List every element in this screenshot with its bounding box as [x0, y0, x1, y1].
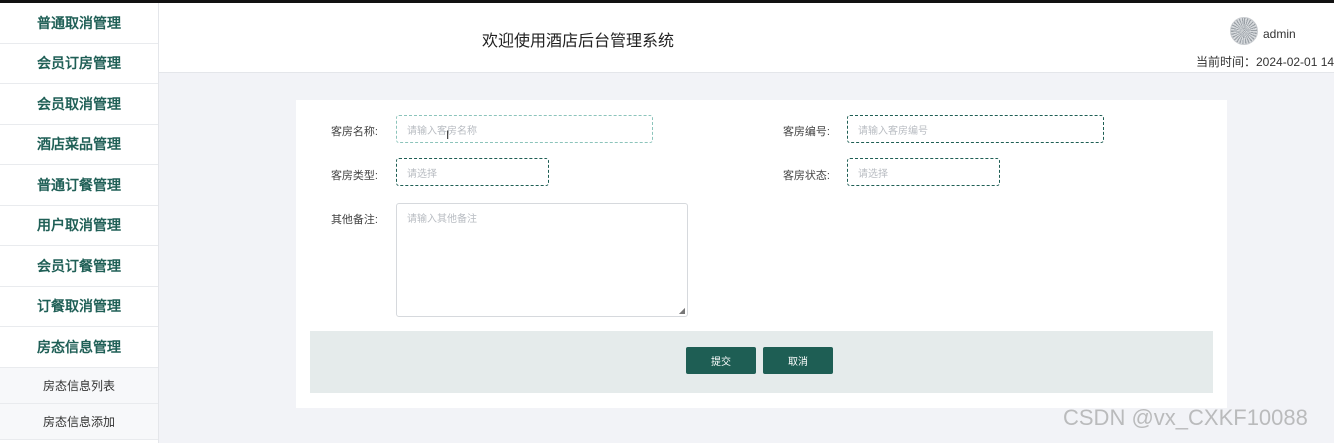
sidebar-item-member-order[interactable]: 会员订餐管理: [0, 246, 158, 287]
submenu-item-room-status-add[interactable]: 房态信息添加: [0, 403, 158, 440]
action-bar: 提交 取消: [310, 331, 1213, 393]
resize-handle-icon[interactable]: ◢: [679, 306, 685, 315]
page-title: 欢迎使用酒店后台管理系统: [482, 33, 675, 50]
header: 欢迎使用酒店后台管理系统 admin 当前时间：2024-02-01 14:2: [159, 3, 1334, 73]
room-number-input[interactable]: 请输入客房编号: [847, 115, 1104, 143]
sidebar-item-member-cancel[interactable]: 会员取消管理: [0, 84, 158, 125]
sidebar-item-normal-cancel[interactable]: 普通取消管理: [0, 3, 158, 44]
submenu-item-room-status-list[interactable]: 房态信息列表: [0, 367, 158, 404]
remarks-placeholder: 请输入其他备注: [407, 214, 477, 225]
avatar-icon[interactable]: [1230, 17, 1258, 45]
username[interactable]: admin: [1263, 27, 1296, 41]
sidebar-item-room-status[interactable]: 房态信息管理: [0, 327, 158, 368]
room-type-select[interactable]: 请选择: [396, 158, 549, 186]
text-cursor-icon: I: [446, 128, 450, 142]
room-number-label: 客房编号:: [782, 126, 830, 138]
watermark: CSDN @vx_CXKF10088: [1063, 405, 1308, 430]
current-time: 当前时间：2024-02-01 14:2: [1196, 55, 1334, 69]
sidebar-item-user-cancel[interactable]: 用户取消管理: [0, 206, 158, 246]
cancel-button[interactable]: 取消: [763, 347, 833, 374]
remarks-textarea[interactable]: 请输入其他备注 ◢: [396, 203, 688, 317]
room-type-label: 客房类型:: [330, 170, 378, 182]
sidebar: 普通取消管理 会员订房管理 会员取消管理 酒店菜品管理 普通订餐管理 用户取消管…: [0, 3, 159, 443]
sidebar-item-normal-order[interactable]: 普通订餐管理: [0, 165, 158, 206]
sidebar-item-order-cancel[interactable]: 订餐取消管理: [0, 287, 158, 327]
room-status-label: 客房状态:: [782, 170, 830, 182]
remarks-label: 其他备注:: [330, 214, 378, 226]
sidebar-item-dishes[interactable]: 酒店菜品管理: [0, 125, 158, 165]
submit-button[interactable]: 提交: [686, 347, 756, 374]
room-name-label: 客房名称:: [330, 126, 378, 138]
room-status-select[interactable]: 请选择: [847, 158, 1000, 186]
room-name-input[interactable]: 请输入客房名称: [396, 115, 653, 143]
sidebar-item-member-booking[interactable]: 会员订房管理: [0, 44, 158, 84]
form-panel: 客房名称: 请输入客房名称 客房编号: 请输入客房编号 客房类型: 请选择 客房…: [296, 100, 1227, 408]
